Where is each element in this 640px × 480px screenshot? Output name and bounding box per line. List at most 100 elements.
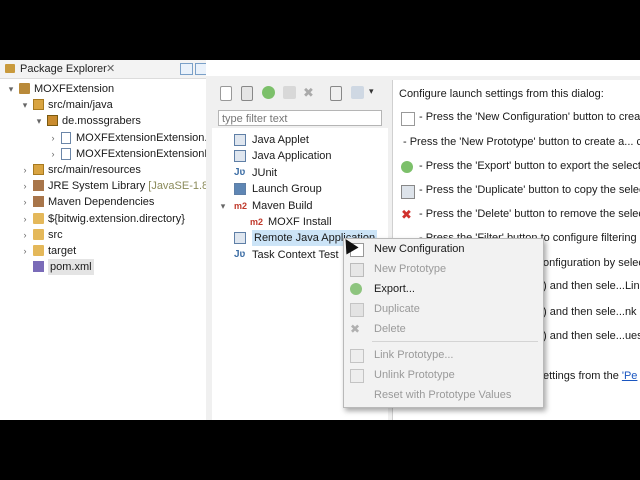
java-app-icon (234, 150, 246, 163)
java-file-icon (61, 147, 71, 160)
link-prototype-icon (350, 349, 364, 363)
help-line: - Press the 'New Prototype' button to cr… (403, 136, 640, 148)
package-tree-item[interactable]: › ${bitwig.extension.directory} (0, 211, 206, 227)
minimize-icon[interactable] (180, 63, 193, 75)
new-configuration-icon (401, 112, 415, 126)
package-tree-label: pom.xml (48, 259, 94, 276)
dialog-top-strip (206, 60, 640, 76)
xml-file-icon (33, 261, 44, 273)
package-tree-label: src/main/resources (48, 164, 141, 176)
package-tree-item[interactable]: › src (0, 227, 206, 243)
package-tree-label: Maven Dependencies (48, 196, 155, 209)
package-tree-item[interactable]: › MOXFExtensionExtensionD (0, 146, 212, 162)
package-tree-item[interactable]: ▾ MOXFExtension (0, 81, 206, 97)
menu-separator (372, 341, 538, 342)
package-tree-label: MOXFExtensionExtension.j (76, 131, 210, 144)
package-tree-label: MOXFExtension (34, 83, 115, 95)
package-tree-item[interactable]: pom.xml (0, 259, 206, 276)
help-line: ettings from the 'Pe (543, 370, 638, 382)
package-icon (47, 115, 58, 127)
package-explorer-panel: Package Explorer ✕ ▾ MOXFExtension ▾ src/ma… (0, 60, 212, 420)
delete-icon[interactable]: ✖ (303, 86, 316, 99)
help-line: - Press the 'Delete' button to remove th… (419, 208, 640, 220)
package-tree-item[interactable]: › Maven Dependencies (0, 194, 206, 210)
library-icon (33, 180, 44, 192)
configuration-item[interactable]: ▾ m2 Maven Build (212, 198, 388, 214)
configuration-item[interactable]: Jʋ JUnit (212, 165, 388, 181)
configuration-label: Java Application (252, 150, 332, 163)
chevron-down-icon[interactable]: ▾ (369, 86, 382, 99)
filter-input[interactable]: type filter text (218, 110, 382, 126)
collapsed-arrow-icon[interactable]: › (20, 211, 30, 227)
package-tree-label: ${bitwig.extension.directory} (48, 212, 185, 225)
export-icon (350, 283, 362, 295)
new-prototype-icon[interactable] (241, 86, 253, 101)
remote-java-icon (234, 232, 246, 245)
package-tree: ▾ MOXFExtension ▾ src/main/java ▾ de.mossgrab… (0, 81, 212, 281)
new-prototype-icon (350, 263, 364, 277)
close-icon[interactable]: ✕ (106, 62, 115, 75)
help-title: Configure launch settings from this dial… (399, 88, 604, 100)
package-tree-label: target (48, 245, 77, 257)
junit-icon: Jʋ (234, 166, 246, 178)
collapsed-arrow-icon[interactable]: › (20, 194, 30, 210)
context-menu-item[interactable]: Delete (374, 320, 406, 338)
context-menu-item[interactable]: Duplicate (374, 300, 420, 318)
package-tree-label: de.mossgrabers (62, 115, 141, 128)
package-tree-item[interactable]: › src/main/resources (0, 162, 206, 178)
package-explorer-icon (5, 64, 15, 73)
package-tree-label: MOXFExtensionExtensionD (76, 147, 213, 160)
source-folder-icon (33, 99, 44, 111)
collapsed-arrow-icon[interactable]: › (20, 178, 30, 194)
collapsed-arrow-icon[interactable]: › (48, 130, 58, 146)
package-tree-label: src/main/java (48, 99, 113, 112)
new-configuration-icon[interactable] (220, 86, 232, 101)
package-tree-item[interactable]: ▾ src/main/java (0, 97, 206, 113)
filter-icon[interactable] (351, 86, 364, 99)
expanded-arrow-icon[interactable]: ▾ (34, 113, 44, 129)
collapsed-arrow-icon[interactable]: › (20, 162, 30, 178)
configuration-item[interactable]: m2 MOXF Install (212, 214, 388, 230)
expanded-arrow-icon[interactable]: ▾ (6, 81, 16, 97)
configuration-label: Launch Group (252, 183, 322, 196)
configuration-label: Task Context Test (252, 248, 339, 261)
help-line: - Press the 'Export' button to export th… (419, 160, 640, 172)
package-tree-item[interactable]: › target (0, 243, 206, 259)
video-letterbox-bottom (0, 420, 640, 480)
collapsed-arrow-icon[interactable]: › (20, 227, 30, 243)
configuration-item[interactable]: Java Applet (212, 132, 388, 148)
expanded-arrow-icon[interactable]: ▾ (218, 198, 228, 214)
context-menu-item[interactable]: Unlink Prototype (374, 366, 455, 384)
configuration-item[interactable]: Launch Group (212, 181, 388, 197)
configuration-item[interactable]: Java Application (212, 148, 388, 164)
duplicate-icon[interactable] (283, 86, 296, 99)
collapse-all-icon[interactable] (330, 86, 342, 101)
package-explorer-title: Package Explorer (20, 63, 107, 75)
preferences-link[interactable]: 'Pe (622, 370, 638, 382)
maven-icon: m2 (250, 217, 264, 227)
collapsed-arrow-icon[interactable]: › (48, 146, 58, 162)
collapsed-arrow-icon[interactable]: › (20, 243, 30, 259)
context-menu-item[interactable]: New Prototype (374, 260, 446, 278)
expanded-arrow-icon[interactable]: ▾ (20, 97, 30, 113)
maven-icon: m2 (234, 200, 248, 211)
context-menu: New Configuration New Prototype Export... D… (343, 238, 544, 408)
help-line: - Press the 'Duplicate' button to copy t… (419, 184, 640, 196)
context-menu-item[interactable]: Reset with Prototype Values (374, 386, 511, 404)
unlink-prototype-icon (350, 369, 364, 383)
library-version: [JavaSE-1.8] (145, 180, 212, 193)
package-tree-label: src (48, 228, 63, 241)
junit-icon: Jʋ (234, 248, 246, 260)
package-tree-item[interactable]: ▾ de.mossgrabers (0, 113, 206, 129)
applet-icon (234, 134, 246, 146)
context-menu-item[interactable]: Export... (374, 280, 415, 298)
export-icon (401, 161, 413, 173)
source-folder-icon (33, 164, 44, 175)
context-menu-item[interactable]: Link Prototype... (374, 346, 454, 364)
configuration-label: JUnit (252, 166, 278, 179)
context-menu-item[interactable]: New Configuration (374, 240, 465, 258)
package-tree-item[interactable]: › JRE System Library [JavaSE-1.8] (0, 178, 211, 194)
folder-icon (33, 245, 44, 256)
export-icon[interactable] (262, 86, 275, 99)
package-tree-item[interactable]: › MOXFExtensionExtension.j (0, 130, 210, 146)
